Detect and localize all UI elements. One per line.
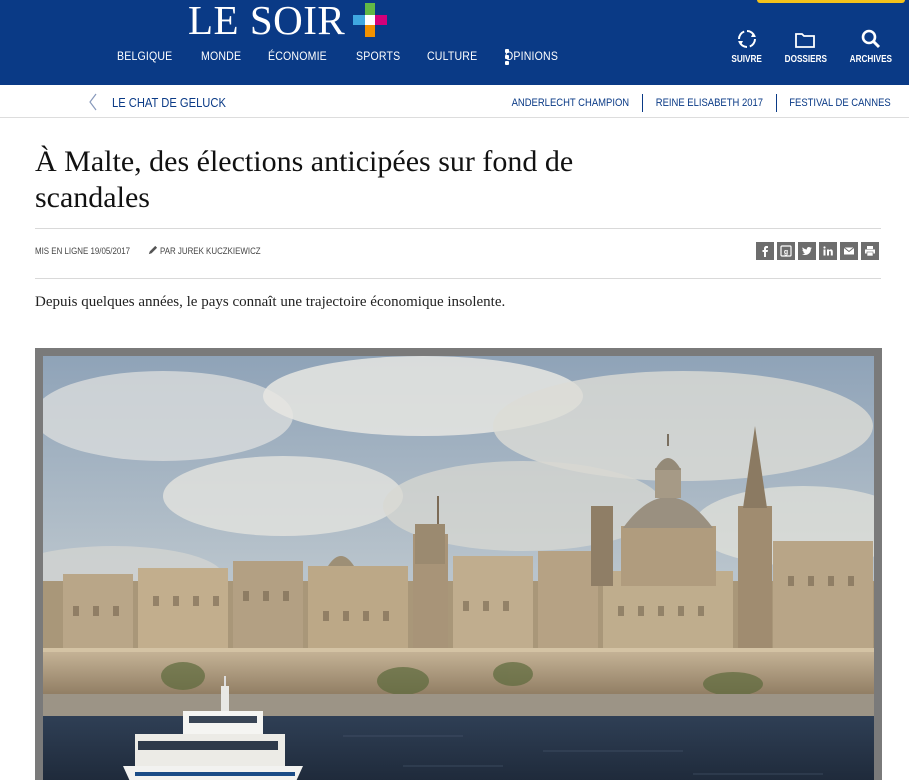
email-icon[interactable] [840, 242, 858, 260]
author-name: PAR JUREK KUCZKIEWICZ [160, 245, 261, 256]
article-photo-frame [35, 348, 882, 780]
dossiers-label: DOSSIERS [784, 54, 827, 65]
pencil-icon [148, 245, 158, 255]
logo-text: LE SOIR [188, 0, 346, 43]
linkedin-icon[interactable] [819, 242, 837, 260]
article-lead: Depuis quelques années, le pays connaît … [35, 294, 506, 310]
divider [35, 228, 881, 229]
googleplus-icon[interactable]: g [777, 242, 795, 260]
svg-text:g: g [784, 249, 788, 256]
chevron-left-icon [89, 93, 97, 111]
search-icon [861, 29, 881, 49]
site-header: LE SOIR BELGIQUE MONDE ÉCONOMIE SPORTS C… [0, 0, 909, 85]
archives-button[interactable]: ARCHIVES [845, 28, 897, 65]
share-bar: g [756, 242, 879, 260]
divider [642, 94, 644, 112]
more-menu-icon[interactable] [504, 49, 510, 65]
nav-item-culture[interactable]: CULTURE [427, 49, 477, 63]
trending-topics: ANDERLECHT CHAMPION REINE ELISABETH 2017… [502, 94, 899, 112]
folder-icon [795, 33, 816, 48]
suivre-button[interactable]: SUIVRE [728, 28, 765, 65]
twitter-icon[interactable] [798, 242, 816, 260]
sub-navigation: LE CHAT DE GELUCK ANDERLECHT CHAMPION RE… [0, 85, 909, 118]
nav-item-opinions[interactable]: OPINIONS [505, 49, 558, 63]
facebook-icon[interactable] [756, 242, 774, 260]
promo-tab[interactable] [757, 0, 905, 3]
logo-plus-icon [353, 3, 388, 37]
trend-anderlecht[interactable]: ANDERLECHT CHAMPION [511, 97, 629, 109]
trend-reine-elisabeth[interactable]: REINE ELISABETH 2017 [656, 97, 763, 109]
dossiers-button[interactable]: DOSSIERS [780, 28, 832, 65]
nav-item-monde[interactable]: MONDE [201, 49, 241, 63]
print-icon[interactable] [861, 242, 879, 260]
back-link[interactable]: LE CHAT DE GELUCK [88, 93, 244, 111]
valletta-skyline-image [43, 356, 874, 780]
article-meta: MIS EN LIGNE 19/05/2017 PAR JUREK KUCZKI… [35, 245, 274, 256]
refresh-icon [737, 29, 757, 49]
back-link-label: LE CHAT DE GELUCK [112, 94, 226, 110]
article-photo[interactable] [43, 356, 874, 780]
header-tools: SUIVRE DOSSIERS ARCHIVES [728, 28, 897, 65]
divider [35, 278, 881, 279]
suivre-label: SUIVRE [731, 54, 763, 65]
site-logo[interactable]: LE SOIR [188, 0, 388, 43]
archives-label: ARCHIVES [849, 54, 893, 65]
publish-date: MIS EN LIGNE 19/05/2017 [35, 245, 131, 256]
article-title: À Malte, des élections anticipées sur fo… [35, 145, 574, 214]
trend-festival-cannes[interactable]: FESTIVAL DE CANNES [789, 97, 890, 109]
main-nav: BELGIQUE MONDE ÉCONOMIE SPORTS CULTURE O… [117, 49, 586, 63]
author-byline[interactable]: PAR JUREK KUCZKIEWICZ [147, 245, 274, 256]
nav-item-belgique[interactable]: BELGIQUE [117, 49, 172, 63]
nav-item-economie[interactable]: ÉCONOMIE [268, 49, 327, 63]
nav-item-sports[interactable]: SPORTS [356, 49, 400, 63]
divider [776, 94, 778, 112]
